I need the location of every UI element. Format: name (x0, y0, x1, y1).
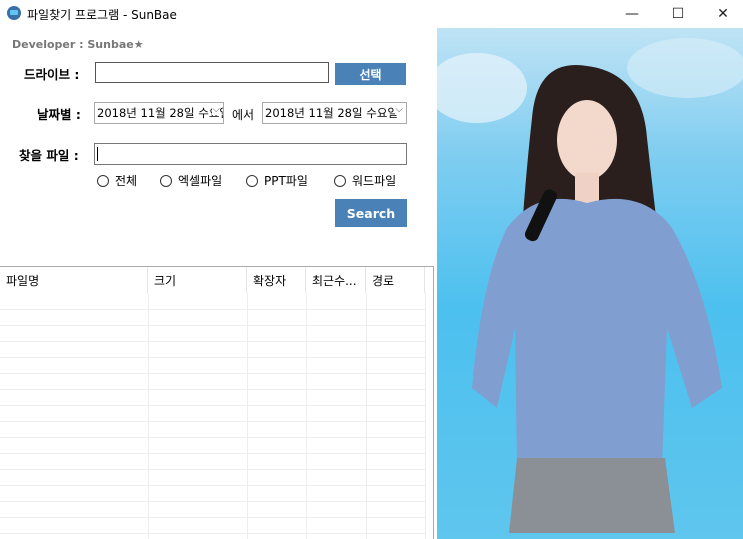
row-divider (0, 309, 425, 310)
row-divider (0, 485, 425, 486)
find-file-input[interactable] (94, 143, 407, 165)
radio-icon (160, 174, 172, 187)
text-cursor (97, 147, 98, 161)
row-divider (0, 373, 425, 374)
drive-label: 드라이브 : (24, 67, 80, 82)
find-file-label: 찾을 파일 : (19, 148, 79, 163)
header-divider[interactable] (365, 267, 366, 293)
developer-label: Developer : Sunbae★ (12, 38, 144, 51)
date-to-picker[interactable]: 2018년 11월 28일 수요일 ⌵ (262, 102, 407, 124)
radio-excel[interactable]: 엑셀파일 (160, 172, 222, 189)
title-bar: 파일찾기 프로그램 - SunBae — ☐ ✕ (0, 0, 743, 28)
date-from-picker[interactable]: 2018년 11월 28일 수요일 ⌵ (94, 102, 224, 124)
row-divider (0, 405, 425, 406)
radio-word[interactable]: 워드파일 (334, 172, 396, 189)
row-divider (0, 517, 425, 518)
column-header-extension[interactable]: 확장자 (247, 267, 286, 293)
column-divider (148, 293, 149, 539)
drive-input[interactable] (95, 62, 329, 83)
header-divider[interactable] (424, 267, 425, 293)
row-divider (0, 357, 425, 358)
radio-label: 전체 (115, 174, 138, 188)
date-between-label: 에서 (232, 108, 255, 122)
profile-photo (437, 28, 743, 539)
window-title: 파일찾기 프로그램 - SunBae (27, 8, 177, 22)
column-header-filename[interactable]: 파일명 (0, 267, 39, 293)
radio-label: 워드파일 (352, 174, 397, 188)
radio-ppt[interactable]: PPT파일 (246, 172, 308, 189)
minimize-button[interactable]: — (609, 0, 655, 28)
column-divider (425, 293, 426, 539)
radio-all[interactable]: 전체 (97, 172, 137, 189)
column-header-path[interactable]: 경로 (366, 267, 394, 293)
row-divider (0, 437, 425, 438)
chevron-down-icon: ⌵ (212, 104, 220, 115)
header-divider[interactable] (305, 267, 306, 293)
chevron-down-icon: ⌵ (395, 104, 403, 115)
app-icon (7, 6, 21, 20)
column-divider (306, 293, 307, 539)
row-divider (0, 453, 425, 454)
column-divider (366, 293, 367, 539)
row-divider (0, 469, 425, 470)
close-button[interactable]: ✕ (700, 0, 743, 28)
row-divider (0, 325, 425, 326)
date-from-value: 2018년 11월 28일 수요일 (97, 106, 224, 120)
search-button[interactable]: Search (335, 199, 407, 227)
column-divider (247, 293, 248, 539)
radio-label: PPT파일 (264, 174, 308, 188)
results-table[interactable]: 파일명 크기 확장자 최근수... 경로 (0, 266, 434, 539)
row-divider (0, 389, 425, 390)
header-divider[interactable] (246, 267, 247, 293)
photo-image (437, 38, 743, 533)
date-label: 날짜별 : (37, 107, 81, 122)
radio-label: 엑셀파일 (178, 174, 223, 188)
radio-icon (334, 174, 346, 187)
select-drive-button[interactable]: 선택 (335, 63, 406, 85)
column-header-size[interactable]: 크기 (148, 267, 176, 293)
row-divider (0, 341, 425, 342)
radio-icon (246, 174, 258, 187)
row-divider (0, 501, 425, 502)
row-divider (0, 421, 425, 422)
header-divider[interactable] (147, 267, 148, 293)
radio-icon (97, 174, 109, 187)
column-header-modified[interactable]: 최근수... (306, 267, 357, 293)
date-to-value: 2018년 11월 28일 수요일 (265, 106, 398, 120)
row-divider (0, 533, 425, 534)
maximize-button[interactable]: ☐ (655, 0, 701, 28)
